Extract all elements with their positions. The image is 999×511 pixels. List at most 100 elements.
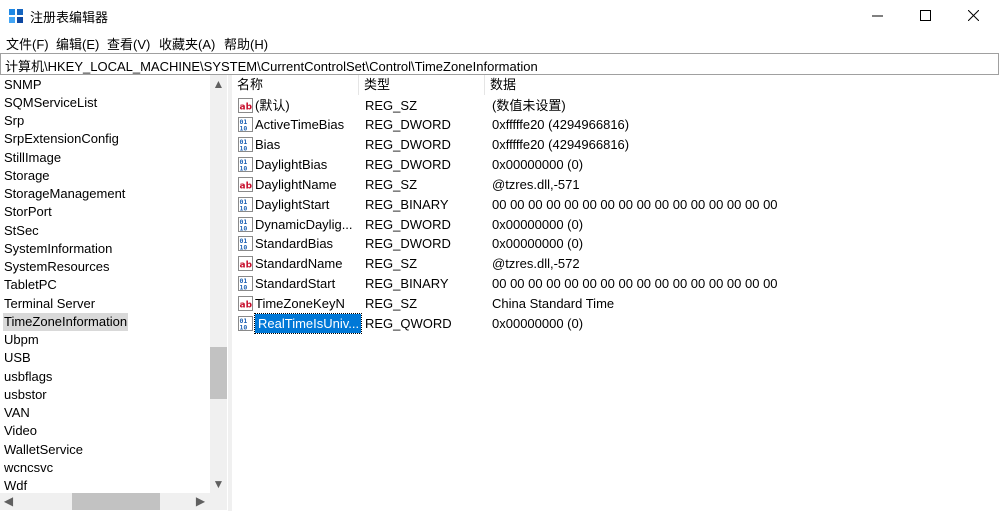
tree-item[interactable]: WalletService (3, 441, 84, 459)
value-data: 0xfffffe20 (4294966816) (492, 117, 630, 132)
tree-vertical-scroll-thumb[interactable] (210, 347, 227, 399)
binary-value-icon: 0110 (238, 197, 253, 212)
value-row[interactable]: 01 10 DynamicDaylig... REG_DWORD 0x000000… (232, 215, 999, 234)
address-path: 计算机\HKEY_LOCAL_MACHINE\SYSTEM\CurrentCon… (5, 59, 538, 74)
key-tree[interactable]: SNMP SQMServiceList Srp SrpExtensionConf… (0, 75, 229, 511)
column-header-name[interactable]: 名称 (232, 75, 359, 95)
svg-text:10: 10 (240, 165, 248, 173)
column-header-type[interactable]: 类型 (359, 75, 485, 95)
minimize-icon (871, 15, 883, 17)
scroll-down-icon[interactable]: ▼ (210, 477, 227, 491)
value-row[interactable]: ab TimeZoneKeyN REG_SZ China Standard Ti… (232, 294, 999, 313)
tree-item-selected[interactable]: TimeZoneInformation (3, 313, 129, 331)
tree-item[interactable]: SystemInformation (3, 240, 113, 258)
menu-edit[interactable]: 编辑(E) (56, 34, 99, 53)
value-name: RealTimeIsUniv... (254, 313, 362, 334)
svg-text:ab: ab (240, 301, 253, 311)
tree-item[interactable]: StillImage (3, 149, 62, 167)
binary-value-icon: 0110 (238, 137, 253, 152)
value-type: REG_SZ (365, 256, 418, 271)
scroll-left-icon[interactable]: ◀ (0, 494, 17, 508)
values-list[interactable]: 名称 类型 数据 ab (默认) REG_SZ (数值未设置) 01 10 Act… (232, 75, 999, 511)
tree-item[interactable]: usbflags (3, 368, 53, 386)
menu-view[interactable]: 查看(V) (107, 34, 150, 53)
string-value-icon: ab (238, 98, 253, 113)
value-row[interactable]: 01 10 DaylightBias REG_DWORD 0x00000000 (… (232, 155, 999, 174)
value-name: ActiveTimeBias (255, 117, 345, 132)
binary-value-icon: 0110 (238, 316, 253, 331)
value-row[interactable]: 01 10 StandardBias REG_DWORD 0x00000000 (… (232, 234, 999, 253)
svg-text:10: 10 (240, 205, 248, 213)
tree-item[interactable]: SrpExtensionConfig (3, 130, 120, 148)
tree-item[interactable]: SQMServiceList (3, 94, 98, 112)
value-type: REG_SZ (365, 98, 418, 113)
tree-horizontal-scrollbar[interactable]: ◀ ▶ (0, 493, 210, 510)
value-data: 0xfffffe20 (4294966816) (492, 137, 630, 152)
tree-item[interactable]: StorPort (3, 203, 53, 221)
value-data: 0x00000000 (0) (492, 157, 584, 172)
value-name: DynamicDaylig... (255, 217, 353, 232)
value-type: REG_QWORD (365, 316, 452, 331)
value-row[interactable]: ab StandardName REG_SZ @tzres.dll,-572 (232, 254, 999, 273)
value-row[interactable]: 01 10 Bias REG_DWORD 0xfffffe20 (42949668… (232, 135, 999, 154)
value-data: China Standard Time (492, 296, 615, 311)
tree-item[interactable]: Terminal Server (3, 295, 96, 313)
value-data: 0x00000000 (0) (492, 316, 584, 331)
value-row[interactable]: 01 10 ActiveTimeBias REG_DWORD 0xfffffe20… (232, 115, 999, 134)
value-type: REG_DWORD (365, 137, 451, 152)
column-header-data[interactable]: 数据 (485, 75, 785, 95)
value-row[interactable]: 01 10 StandardStart REG_BINARY 00 00 00 0… (232, 274, 999, 293)
value-row[interactable]: 01 10 DaylightStart REG_BINARY 00 00 00 0… (232, 195, 999, 214)
tree-item[interactable]: SNMP (3, 76, 43, 94)
tree-item[interactable]: Srp (3, 112, 25, 130)
scrollbar-corner (210, 493, 227, 510)
string-value-icon: ab (238, 256, 253, 271)
value-row[interactable]: ab (默认) REG_SZ (数值未设置) (232, 96, 999, 115)
value-data: 0x00000000 (0) (492, 236, 584, 251)
menu-file[interactable]: 文件(F) (6, 34, 49, 53)
value-name: DaylightName (255, 177, 337, 192)
tree-item[interactable]: wcncsvc (3, 459, 54, 477)
string-value-icon: ab (238, 296, 253, 311)
tree-item[interactable]: StSec (3, 222, 40, 240)
svg-text:10: 10 (240, 225, 248, 233)
binary-value-icon: 0110 (238, 236, 253, 251)
tree-item[interactable]: Storage (3, 167, 51, 185)
value-name: (默认) (255, 98, 290, 113)
tree-item[interactable]: usbstor (3, 386, 48, 404)
value-name: StandardStart (255, 276, 336, 291)
registry-editor-icon (9, 9, 23, 23)
tree-item[interactable]: USB (3, 349, 32, 367)
value-type: REG_SZ (365, 296, 418, 311)
tree-item[interactable]: SystemResources (3, 258, 110, 276)
scroll-right-icon[interactable]: ▶ (192, 494, 209, 508)
value-type: REG_BINARY (365, 197, 449, 212)
value-type: REG_SZ (365, 177, 418, 192)
close-button[interactable] (947, 0, 999, 31)
svg-text:10: 10 (240, 244, 248, 252)
tree-item[interactable]: Video (3, 422, 38, 440)
binary-value-icon: 0110 (238, 117, 253, 132)
value-name: TimeZoneKeyN (255, 296, 345, 311)
maximize-button[interactable] (899, 0, 951, 31)
tree-horizontal-scroll-thumb[interactable] (72, 493, 160, 510)
tree-item[interactable]: TabletPC (3, 276, 58, 294)
scroll-up-icon[interactable]: ▲ (210, 77, 227, 91)
binary-value-icon: 0110 (238, 217, 253, 232)
maximize-icon (919, 10, 931, 21)
tree-item[interactable]: Ubpm (3, 331, 40, 349)
value-data: (数值未设置) (492, 98, 566, 113)
menu-favorites[interactable]: 收藏夹(A) (159, 34, 215, 53)
tree-item[interactable]: VAN (3, 404, 31, 422)
value-data: 00 00 00 00 00 00 00 00 00 00 00 00 00 0… (492, 197, 778, 212)
value-row-selected[interactable]: 01 10 RealTimeIsUniv... REG_QWORD 0x00000… (232, 313, 999, 334)
menu-help[interactable]: 帮助(H) (224, 34, 268, 53)
value-row[interactable]: ab DaylightName REG_SZ @tzres.dll,-571 (232, 175, 999, 194)
menu-bar: 文件(F) 编辑(E) 查看(V) 收藏夹(A) 帮助(H) (0, 31, 999, 53)
tree-item[interactable]: StorageManagement (3, 185, 126, 203)
svg-text:ab: ab (240, 261, 253, 271)
tree-vertical-scrollbar[interactable]: ▲ ▼ (210, 75, 227, 493)
address-bar[interactable]: 计算机\HKEY_LOCAL_MACHINE\SYSTEM\CurrentCon… (0, 53, 999, 75)
value-name: DaylightStart (255, 197, 330, 212)
minimize-button[interactable] (851, 0, 903, 31)
